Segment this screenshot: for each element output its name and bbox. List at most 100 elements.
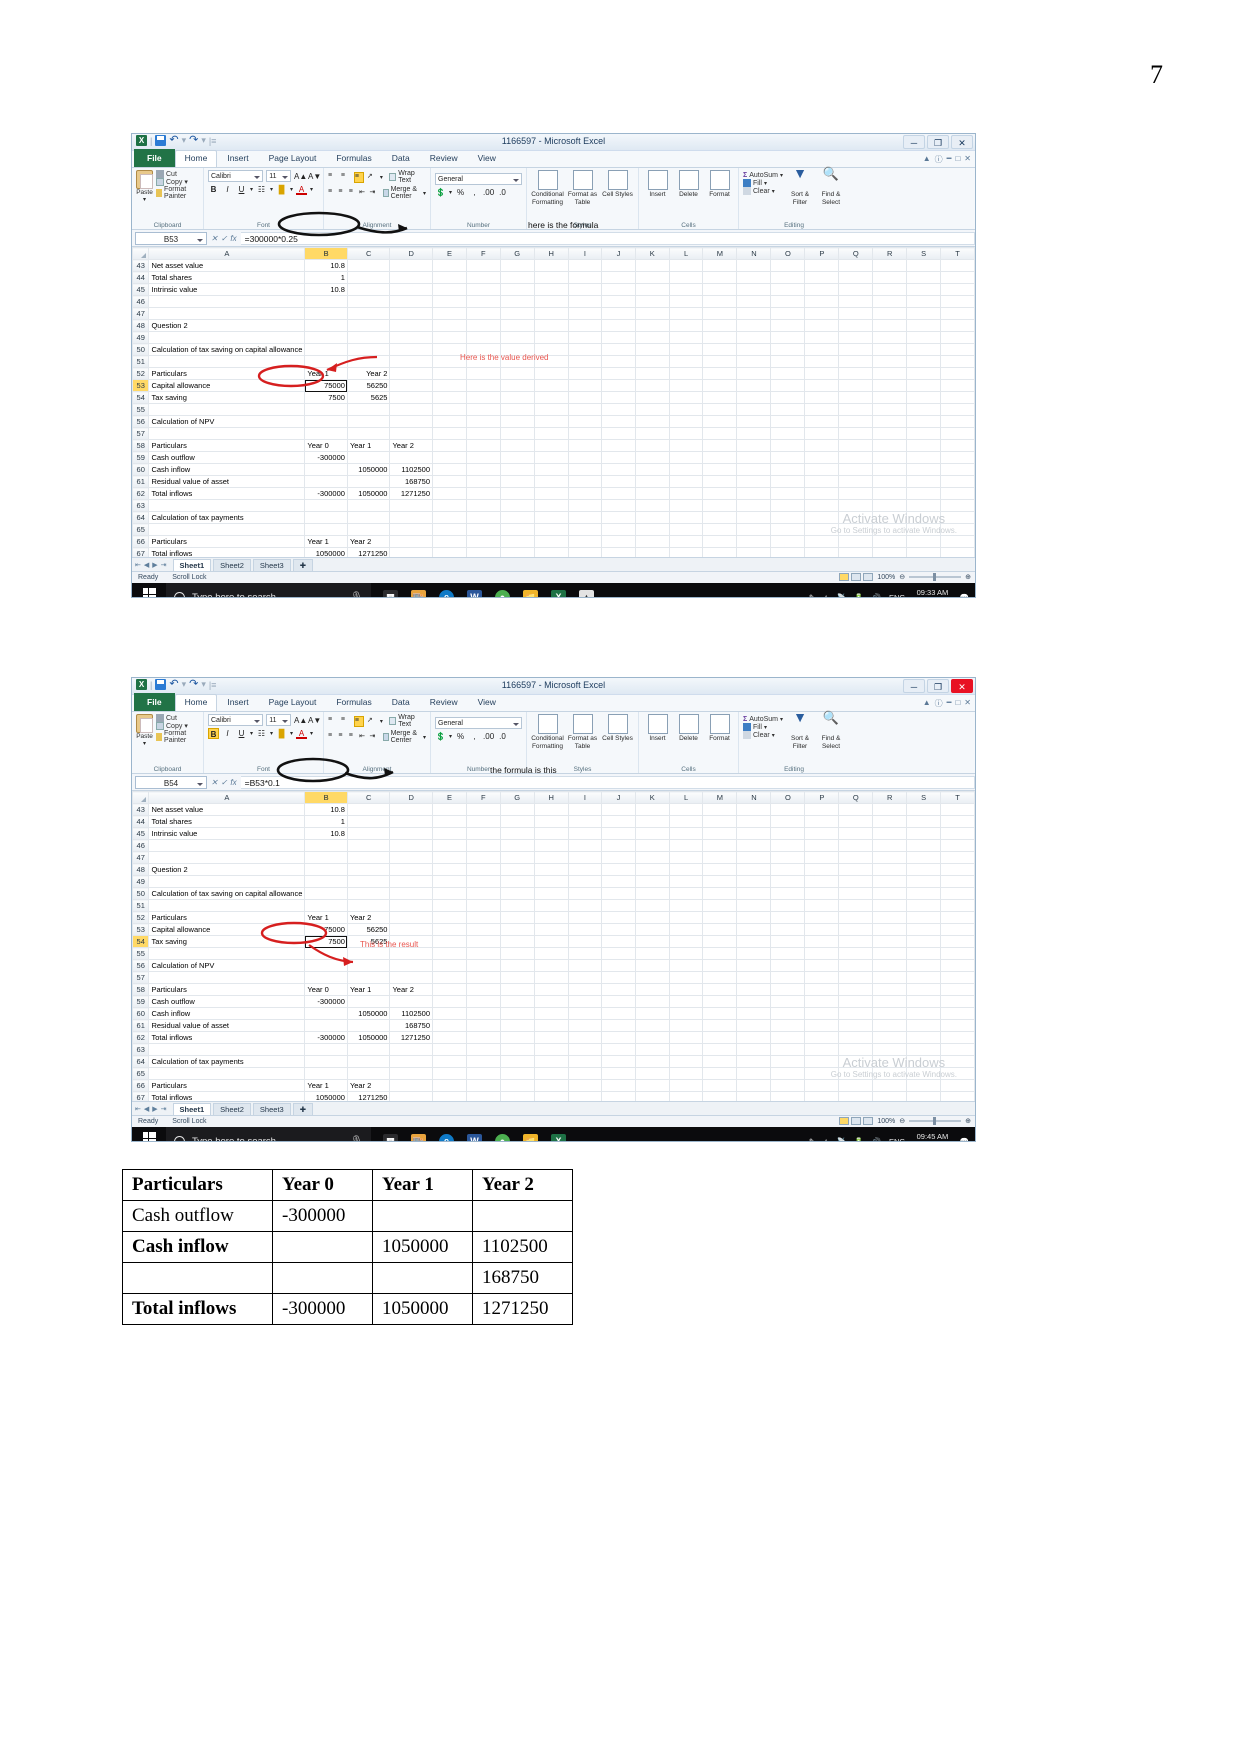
cell-J49[interactable] [601, 875, 636, 888]
row-header-44[interactable]: 44 [132, 271, 150, 284]
cell-M50[interactable] [702, 887, 738, 900]
cell-O43[interactable] [770, 803, 806, 816]
bold-button[interactable]: B [208, 184, 219, 195]
cell-K57[interactable] [634, 971, 670, 984]
underline-dropdown-icon[interactable]: ▾ [250, 730, 253, 737]
cell-C64[interactable] [346, 511, 391, 524]
column-header-A[interactable]: A [148, 247, 306, 260]
cell-D55[interactable] [389, 403, 434, 416]
cell-Q55[interactable] [838, 947, 874, 960]
cell-J62[interactable] [601, 1031, 636, 1044]
cell-J61[interactable] [601, 475, 636, 488]
cell-K51[interactable] [634, 355, 670, 368]
cell-K60[interactable] [634, 1007, 670, 1020]
column-header-K[interactable]: K [634, 791, 670, 804]
cell-H43[interactable] [533, 259, 569, 272]
currency-icon[interactable]: 💲 [435, 187, 446, 198]
network-icon[interactable]: 📡 [837, 593, 846, 598]
start-button[interactable] [132, 588, 166, 597]
cell-R65[interactable] [872, 523, 908, 536]
cell-L63[interactable] [668, 1043, 704, 1056]
cell-D55[interactable] [389, 947, 434, 960]
delete-cells-button[interactable]: Delete [674, 170, 703, 229]
cell-P66[interactable] [804, 1079, 840, 1092]
cell-F48[interactable] [465, 863, 501, 876]
cell-B44[interactable]: 1 [304, 815, 348, 828]
cell-K55[interactable] [634, 947, 670, 960]
cell-S65[interactable] [906, 523, 942, 536]
cell-E43[interactable] [432, 803, 467, 816]
column-header-P[interactable]: P [804, 247, 840, 260]
cell-R46[interactable] [872, 295, 908, 308]
column-header-G[interactable]: G [499, 791, 535, 804]
row-header-67[interactable]: 67 [132, 1091, 150, 1101]
cell-G52[interactable] [499, 911, 535, 924]
fill-color-icon[interactable]: █ [276, 728, 287, 739]
cell-H45[interactable] [533, 283, 569, 296]
cell-H64[interactable] [533, 511, 569, 524]
cell-P45[interactable] [804, 283, 840, 296]
cell-R57[interactable] [872, 427, 908, 440]
cell-T51[interactable] [940, 899, 975, 912]
cell-O66[interactable] [770, 535, 806, 548]
cell-T56[interactable] [940, 415, 975, 428]
cell-S45[interactable] [906, 827, 942, 840]
increase-decimal-icon[interactable]: .00 [483, 187, 494, 198]
cell-S48[interactable] [906, 863, 942, 876]
cell-K50[interactable] [634, 887, 670, 900]
cell-B57[interactable] [304, 427, 348, 440]
cell-T67[interactable] [940, 1091, 975, 1101]
cell-S58[interactable] [906, 983, 942, 996]
cell-A55[interactable] [148, 403, 306, 416]
cell-A53[interactable]: Capital allowance [148, 379, 306, 392]
cell-D45[interactable] [389, 283, 434, 296]
cell-R60[interactable] [872, 463, 908, 476]
cell-O50[interactable] [770, 343, 806, 356]
cell-K54[interactable] [634, 935, 670, 948]
cell-Q47[interactable] [838, 307, 874, 320]
cell-C63[interactable] [346, 1043, 391, 1056]
sheet-row-54[interactable]: 54 Tax saving 7500 5625 [132, 391, 975, 404]
cell-J64[interactable] [601, 1055, 636, 1068]
cell-K51[interactable] [634, 899, 670, 912]
cell-R67[interactable] [872, 1091, 908, 1101]
cell-H65[interactable] [533, 523, 569, 536]
sheet-row-48[interactable]: 48 Question 2 [132, 319, 975, 332]
cell-M57[interactable] [702, 971, 738, 984]
cell-Q49[interactable] [838, 331, 874, 344]
cell-P45[interactable] [804, 827, 840, 840]
cell-C66[interactable]: Year 2 [346, 535, 391, 548]
cell-A49[interactable] [148, 331, 306, 344]
number-format-select[interactable]: General [435, 717, 522, 729]
cell-A67[interactable]: Total inflows [148, 547, 306, 557]
cell-M52[interactable] [702, 367, 738, 380]
cell-S54[interactable] [906, 935, 942, 948]
zoom-level[interactable]: 100% [877, 574, 895, 581]
sheet-row-52[interactable]: 52 Particulars Year 1 Year 2 [132, 367, 975, 380]
cell-E59[interactable] [432, 451, 467, 464]
insert-function-icon[interactable]: fx [230, 234, 236, 243]
cell-J57[interactable] [601, 427, 636, 440]
cell-N52[interactable] [736, 367, 772, 380]
sheet-row-61[interactable]: 61 Residual value of asset 168750 [132, 475, 975, 488]
cell-F44[interactable] [465, 271, 501, 284]
sheet-row-65[interactable]: 65 [132, 523, 975, 536]
cell-H66[interactable] [533, 535, 569, 548]
cell-P66[interactable] [804, 535, 840, 548]
cell-P57[interactable] [804, 427, 840, 440]
sheet-row-67[interactable]: 67 Total inflows 1050000 1271250 [132, 547, 975, 557]
cell-H47[interactable] [533, 307, 569, 320]
cell-M45[interactable] [702, 283, 738, 296]
cell-G66[interactable] [499, 535, 535, 548]
cell-P62[interactable] [804, 1031, 840, 1044]
orientation-icon[interactable]: ↗ [367, 172, 377, 183]
cell-H60[interactable] [533, 1007, 569, 1020]
column-header-Q[interactable]: Q [838, 791, 874, 804]
cell-B53[interactable]: 75000 [304, 923, 348, 936]
photos-icon[interactable]: ▲ [579, 589, 594, 597]
cell-M67[interactable] [702, 1091, 738, 1101]
tab-file[interactable]: File [134, 149, 175, 167]
clear-dropdown-icon[interactable]: ▾ [772, 732, 775, 739]
cell-O46[interactable] [770, 839, 806, 852]
cell-H51[interactable] [533, 355, 569, 368]
